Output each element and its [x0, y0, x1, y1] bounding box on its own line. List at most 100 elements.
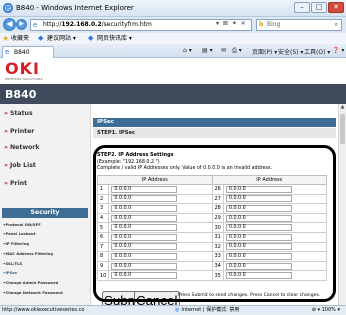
ip-input[interactable]: 0.0.0.0 — [225, 272, 292, 280]
ip-index: 27 — [211, 193, 224, 205]
ip-cell: 0.0.0.0 — [222, 193, 328, 205]
mail-icon[interactable]: ✉ — [221, 47, 226, 54]
sidebar-sub-label: Change Network Password — [5, 290, 63, 295]
forward-arrow-icon[interactable]: ▶ — [16, 19, 27, 30]
ip-cell: 0.0.0.0 — [222, 184, 328, 195]
vertical-scrollbar[interactable]: ▲ — [338, 104, 346, 305]
close-icon[interactable]: ✕ — [328, 2, 344, 13]
suggested-sites-icon: ◆ — [38, 34, 44, 42]
ip-input[interactable]: 0.0.0.0 — [225, 195, 292, 203]
sidebar-sub-panel-lockout[interactable]: •Panel Lockout — [3, 231, 35, 236]
ip-input[interactable]: 0.0.0.0 — [225, 214, 292, 222]
sidebar-item-status[interactable]: » Status — [4, 110, 33, 117]
sidebar-item-printer[interactable]: » Printer — [4, 128, 34, 135]
sidebar-item-print[interactable]: » Print — [4, 180, 27, 187]
safety-menu[interactable]: 安全(S) ▾ — [278, 47, 303, 56]
ip-cell: 0.0.0.0 — [222, 231, 328, 243]
favorites-label[interactable]: 收藏夹 — [11, 33, 29, 44]
button-hint: Press Submit to send changes. Press Canc… — [178, 293, 321, 298]
sidebar-sub-protocol[interactable]: •Protocol ON/OFF — [3, 222, 41, 227]
ip-input[interactable]: 0.0.0.0 — [111, 224, 178, 232]
sidebar: » Status » Printer » Network » Job List » Pri… — [0, 104, 91, 305]
ip-input[interactable]: 0.0.0.0 — [225, 243, 292, 251]
ip-input[interactable]: 0.0.0.0 — [111, 243, 178, 251]
ip-input[interactable]: 0.0.0.0 — [111, 195, 178, 203]
ip-input[interactable]: 0.0.0.0 — [111, 214, 178, 222]
ip-index: 10 — [96, 270, 110, 281]
url-controls[interactable]: ▾ ⊠ ✦ ✕ — [216, 20, 247, 27]
ip-input[interactable]: 0.0.0.0 — [111, 185, 178, 193]
ip-cell: 0.0.0.0 — [108, 270, 213, 281]
ip-input[interactable]: 0.0.0.0 — [111, 262, 178, 270]
ip-cell: 0.0.0.0 — [222, 260, 328, 272]
sidebar-item-label: Print — [10, 180, 28, 187]
ip-input[interactable]: 0.0.0.0 — [111, 204, 178, 212]
table-row: 4 0.0.0.0 29 0.0.0.0 — [96, 212, 328, 224]
section-title: IPSec — [93, 118, 336, 127]
ip-index: 32 — [211, 241, 224, 253]
sidebar-sub-ip-filtering[interactable]: •IP Filtering — [3, 241, 29, 246]
scroll-up-icon[interactable]: ▲ — [339, 104, 346, 112]
maximize-icon[interactable]: □ — [311, 2, 327, 13]
ip-input[interactable]: 0.0.0.0 — [111, 252, 178, 260]
note-text: Complete / valid IP Addresses only. Valu… — [97, 166, 272, 171]
ip-input[interactable]: 0.0.0.0 — [225, 204, 292, 212]
address-bar: ◀ ▶ e http://192.168.0.2/securityfrm.htm … — [0, 17, 346, 33]
status-url: http://www.okiexecutiveseries.co — [2, 307, 85, 313]
ip-input[interactable]: 0.0.0.0 — [225, 252, 292, 260]
sidebar-sub-label: IP Filtering — [5, 241, 30, 246]
sidebar-sub-mac-filtering[interactable]: •MAC Address Filtering — [3, 251, 53, 256]
security-zone: ◍ Internet | 保护模式: 禁用 — [175, 306, 239, 315]
ip-index: 26 — [211, 184, 224, 195]
url-host: 192.168.0.2 — [61, 21, 102, 28]
help-menu[interactable]: ❓ ▾ — [332, 47, 344, 54]
back-arrow-icon[interactable]: ◀ — [3, 18, 16, 31]
tools-menu[interactable]: 工具(O) ▾ — [304, 47, 330, 56]
table-row: 2 0.0.0.0 27 0.0.0.0 — [96, 193, 328, 205]
home-icon[interactable]: ⌂ ▾ — [183, 47, 192, 54]
model-bar: B840 — [0, 84, 346, 104]
ip-input[interactable]: 0.0.0.0 — [225, 233, 292, 241]
sidebar-item-network[interactable]: » Network — [4, 144, 39, 151]
sidebar-item-job-list[interactable]: » Job List — [4, 162, 36, 169]
search-placeholder: Bing — [267, 21, 281, 28]
sidebar-item-security[interactable]: Security — [2, 208, 88, 218]
sidebar-sub-ipsec[interactable]: •IPSec — [3, 270, 17, 275]
favorites-star-icon[interactable]: ★ — [2, 33, 9, 44]
ip-index: 34 — [211, 260, 224, 272]
ip-address-table: IP Address IP Address 1 0.0.0.0 26 0.0.0.0 2… — [96, 175, 328, 281]
suggested-sites-link[interactable]: 建议网站 ▾ — [47, 33, 76, 44]
sidebar-sub-label: IPSec — [5, 270, 18, 275]
zoom-level[interactable]: ⊕ ▾ 100% ▾ — [312, 306, 340, 315]
ip-cell: 0.0.0.0 — [222, 222, 328, 233]
security-zone-text: Internet | 保护模式: 禁用 — [181, 307, 240, 313]
print-icon[interactable]: ⎙ ▾ — [232, 47, 242, 55]
tab-page-icon: e — [5, 48, 10, 56]
ip-cell: 0.0.0.0 — [222, 203, 328, 214]
url-prefix: http:// — [43, 21, 62, 28]
ip-index: 35 — [211, 270, 224, 281]
page-menu[interactable]: 页面(P) ▾ — [252, 47, 277, 56]
ip-input[interactable]: 0.0.0.0 — [225, 185, 292, 193]
tab-b840[interactable]: e B840 — [2, 46, 54, 58]
sidebar-item-label: Status — [10, 110, 33, 117]
sidebar-sub-admin-password[interactable]: •Change Admin Password — [3, 280, 58, 285]
ip-cell: 0.0.0.0 — [108, 212, 213, 224]
ie-logo-icon: e — [3, 3, 13, 13]
oki-logo: OKI PRINTING SOLUTIONS — [5, 61, 43, 82]
search-icon[interactable]: ⌕ — [335, 20, 338, 30]
web-slice-gallery-link[interactable]: 网页快讯库 ▾ — [97, 33, 132, 44]
ip-input[interactable]: 0.0.0.0 — [225, 262, 292, 270]
minimize-icon[interactable]: – — [294, 2, 310, 13]
tab-bar: e B840 ⌂ ▾ ▤ ▾ ✉ ⎙ ▾ 页面(P) ▾ 安全(S) ▾ 工具(O… — [0, 44, 346, 58]
search-input[interactable]: b Bing ⌕ — [256, 19, 342, 31]
ip-cell: 0.0.0.0 — [222, 241, 328, 253]
ip-input[interactable]: 0.0.0.0 — [225, 224, 292, 232]
sidebar-sub-ssl-tls[interactable]: •SSL/TLS — [3, 261, 22, 266]
sidebar-sub-network-password[interactable]: •Change Network Password — [3, 290, 63, 295]
scroll-thumb[interactable] — [340, 114, 345, 144]
ip-input[interactable]: 0.0.0.0 — [111, 272, 178, 280]
model-name: B840 — [5, 88, 37, 101]
feeds-icon[interactable]: ▤ ▾ — [202, 47, 213, 54]
ip-input[interactable]: 0.0.0.0 — [111, 233, 178, 241]
